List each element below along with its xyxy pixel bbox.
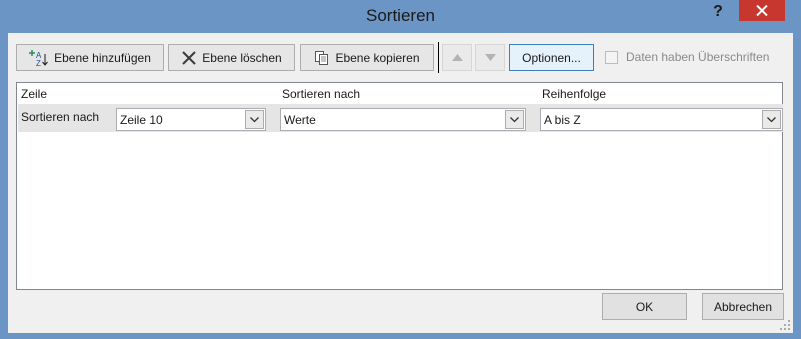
- order-value: A bis Z: [544, 113, 581, 127]
- chevron-down-icon: [767, 116, 776, 122]
- resize-grip-icon[interactable]: [780, 320, 790, 330]
- headers-checkbox-label: Daten haben Überschriften: [626, 50, 770, 64]
- column-header-zeile: Zeile: [21, 87, 48, 101]
- ok-label: OK: [635, 299, 654, 314]
- title-bar: Sortieren ?: [0, 0, 801, 32]
- headers-option[interactable]: Daten haben Überschriften: [605, 50, 769, 64]
- chevron-down-icon: [510, 116, 519, 122]
- add-level-label: Ebene hinzufügen: [54, 50, 151, 65]
- triangle-down-icon: [484, 54, 496, 61]
- move-down-button[interactable]: [475, 44, 505, 71]
- options-button[interactable]: Optionen...: [509, 44, 594, 71]
- help-button[interactable]: ?: [702, 1, 734, 23]
- copy-icon: [315, 50, 329, 65]
- dropdown-button[interactable]: [245, 110, 264, 129]
- column-header-sortieren-nach: Sortieren nach: [282, 87, 361, 101]
- row-label: Sortieren nach: [21, 110, 100, 124]
- delete-level-label: Ebene löschen: [202, 50, 282, 65]
- options-label: Optionen...: [522, 50, 581, 65]
- svg-text:Z: Z: [36, 59, 41, 67]
- dropdown-button[interactable]: [762, 110, 781, 129]
- add-level-button[interactable]: A Z Ebene hinzufügen: [16, 44, 164, 71]
- chevron-down-icon: [250, 116, 259, 122]
- delete-x-icon: [182, 50, 197, 65]
- delete-level-button[interactable]: Ebene löschen: [168, 44, 295, 71]
- triangle-up-icon: [451, 54, 463, 61]
- headers-checkbox[interactable]: [605, 50, 618, 64]
- row-field-select[interactable]: Zeile 10: [116, 108, 266, 131]
- copy-level-label: Ebene kopieren: [335, 50, 420, 65]
- dropdown-button[interactable]: [505, 110, 524, 129]
- column-header-reihenfolge: Reihenfolge: [542, 87, 607, 101]
- toolbar-separator: [438, 42, 439, 73]
- row-field-value: Zeile 10: [120, 113, 163, 127]
- sort-on-select[interactable]: Werte: [280, 108, 526, 131]
- ok-button[interactable]: OK: [602, 293, 687, 320]
- cancel-label: Abbrechen: [713, 299, 773, 314]
- sort-on-value: Werte: [284, 113, 316, 127]
- copy-level-button[interactable]: Ebene kopieren: [300, 44, 434, 71]
- sort-add-icon: A Z: [29, 49, 49, 67]
- close-icon: [756, 5, 768, 16]
- order-select[interactable]: A bis Z: [540, 108, 783, 131]
- sort-levels-grid: Zeile Sortieren nach Reihenfolge Sortier…: [16, 82, 783, 290]
- dialog-body: A Z Ebene hinzufügen Ebene löschen Ebene…: [8, 33, 793, 333]
- window-title: Sortieren: [366, 6, 435, 25]
- close-button[interactable]: [739, 0, 785, 21]
- move-up-button[interactable]: [442, 44, 472, 71]
- cancel-button[interactable]: Abbrechen: [702, 293, 784, 320]
